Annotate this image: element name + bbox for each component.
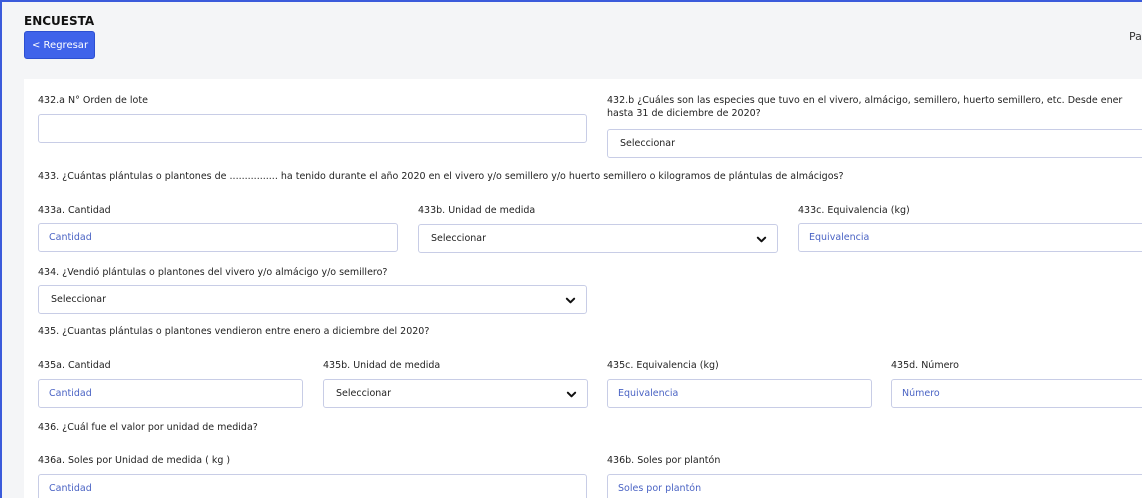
- q435a-label: 435a. Cantidad: [38, 360, 111, 371]
- q435d-input[interactable]: [891, 379, 1142, 408]
- q433b-select[interactable]: Seleccionar: [418, 224, 778, 253]
- q435-label: 435. ¿Cuantas plántulas o plantones vend…: [38, 326, 430, 337]
- q433c-input[interactable]: [798, 223, 1142, 252]
- form-card: 432.a N° Orden de lote 432.b ¿Cuáles son…: [24, 79, 1142, 498]
- chevron-down-icon: [565, 297, 576, 304]
- q433a-input[interactable]: [38, 223, 398, 252]
- q432b-select[interactable]: Seleccionar: [607, 129, 1142, 158]
- q436a-label: 436a. Soles por Unidad de medida ( kg ): [38, 455, 231, 466]
- q434-label: 434. ¿Vendió plántulas o plantones del v…: [38, 267, 388, 278]
- q435c-label: 435c. Equivalencia (kg): [607, 360, 719, 371]
- q435a-input[interactable]: [38, 379, 303, 408]
- page-label: Pa: [1129, 30, 1142, 43]
- q435b-selected: Seleccionar: [336, 388, 392, 399]
- q435b-label: 435b. Unidad de medida: [323, 360, 441, 371]
- q432a-label: 432.a N° Orden de lote: [38, 95, 148, 106]
- q436a-input[interactable]: [38, 474, 587, 498]
- q434-selected: Seleccionar: [51, 294, 107, 305]
- page-title: ENCUESTA: [24, 14, 95, 28]
- q433b-selected: Seleccionar: [431, 233, 487, 244]
- q435b-select[interactable]: Seleccionar: [323, 379, 588, 408]
- q435c-input[interactable]: [607, 379, 872, 408]
- q436-label: 436. ¿Cuál fue el valor por unidad de me…: [38, 422, 258, 433]
- chevron-down-icon: [756, 236, 767, 243]
- q433-label: 433. ¿Cuántas plántulas o plantones de .…: [38, 171, 844, 182]
- q432b-selected: Seleccionar: [620, 138, 676, 149]
- chevron-down-icon: [566, 391, 577, 398]
- q436b-label: 436b. Soles por plantón: [607, 455, 721, 466]
- q436b-input[interactable]: [607, 474, 1142, 498]
- q434-select[interactable]: Seleccionar: [38, 285, 587, 314]
- q432a-input[interactable]: [38, 114, 587, 143]
- q435d-label: 435d. Número: [891, 360, 959, 371]
- q432b-label: 432.b ¿Cuáles son las especies que tuvo …: [607, 95, 1123, 119]
- q433a-label: 433a. Cantidad: [38, 205, 111, 216]
- back-button[interactable]: < Regresar: [24, 31, 95, 59]
- q433c-label: 433c. Equivalencia (kg): [798, 205, 910, 216]
- q433b-label: 433b. Unidad de medida: [418, 205, 536, 216]
